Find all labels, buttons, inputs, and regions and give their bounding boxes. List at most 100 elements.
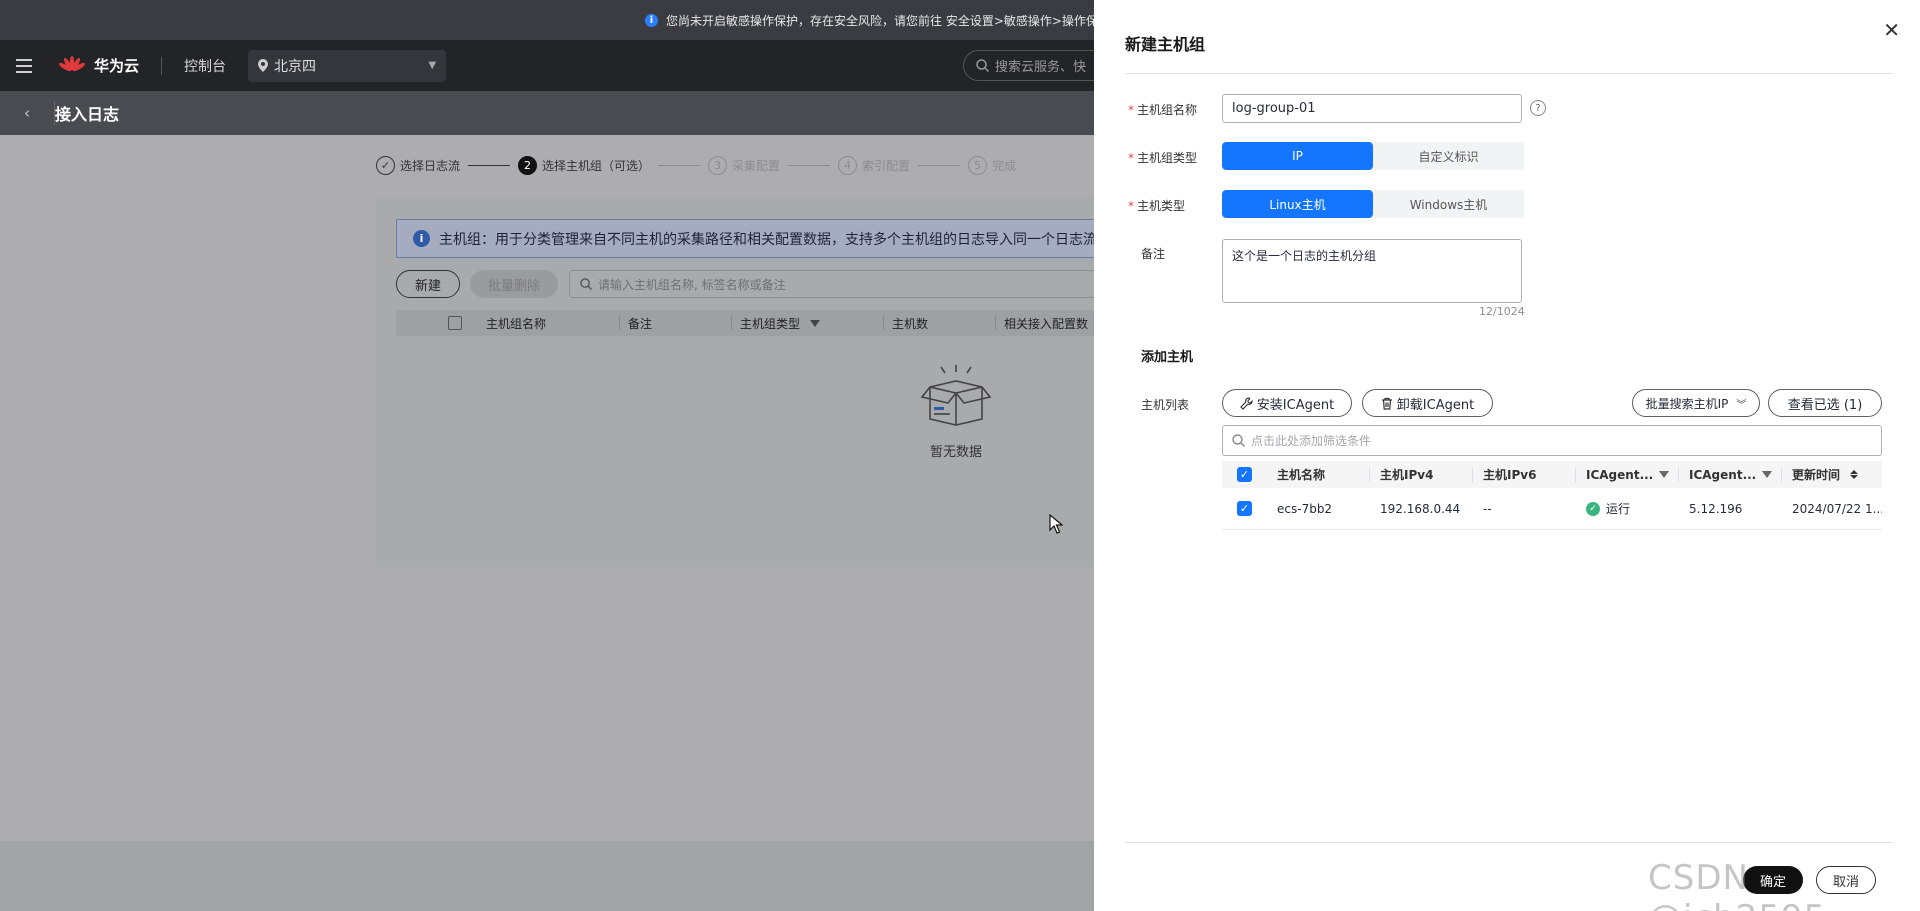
page-title: 接入日志 — [54, 101, 119, 125]
filter-icon[interactable] — [1659, 471, 1670, 478]
select-all-checkbox[interactable] — [448, 316, 462, 330]
group-name-label: * 主机组名称 — [1128, 103, 1198, 117]
icagent-status-cell: ✓ 运行 — [1576, 488, 1679, 529]
region-label: 北京四 — [274, 58, 317, 75]
column-header: 主机组名称 — [478, 316, 620, 331]
batch-delete-button[interactable]: 批量删除 — [470, 270, 558, 298]
row-checkbox[interactable]: ✓ — [1237, 501, 1252, 516]
huawei-cloud-logo[interactable]: 华为云 — [58, 55, 139, 77]
close-icon[interactable]: ✕ — [1883, 18, 1900, 42]
group-type-switch: IP 自定义标识 — [1222, 142, 1524, 170]
back-icon[interactable]: ‹ — [0, 104, 54, 122]
host-type-windows-option[interactable]: Windows主机 — [1373, 190, 1524, 218]
view-selected-button[interactable]: 查看已选 (1) — [1768, 389, 1882, 417]
location-pin-icon — [258, 59, 269, 72]
filter-icon[interactable] — [810, 319, 821, 327]
alert-text: 主机组：用于分类管理来自不同主机的采集路径和相关配置数据，支持多个主机组的日志导… — [439, 231, 1097, 248]
update-time-cell: 2024/07/22 1... — [1792, 501, 1882, 516]
remark-textarea[interactable]: 这个是一个日志的主机分组 — [1222, 239, 1522, 303]
column-header: 主机IPv4 — [1370, 467, 1473, 482]
info-icon: i — [645, 13, 658, 27]
group-type-ip-option[interactable]: IP — [1222, 142, 1373, 170]
required-mark: * — [1128, 199, 1134, 213]
column-header: 主机数 — [884, 316, 996, 331]
console-link[interactable]: 控制台 — [184, 56, 226, 76]
step-label: 采集配置 — [732, 159, 781, 173]
step-number: 4 — [838, 156, 858, 175]
host-type-linux-option[interactable]: Linux主机 — [1222, 190, 1373, 218]
step-number: 2 — [518, 156, 538, 175]
host-type-switch: Linux主机 Windows主机 — [1222, 190, 1524, 218]
header-divider — [1125, 73, 1893, 74]
group-type-label: * 主机组类型 — [1128, 151, 1198, 165]
step-3: 3 采集配置 — [708, 156, 780, 175]
step-check-icon: ✓ — [376, 156, 395, 175]
filter-placeholder: 点击此处添加筛选条件 — [1251, 434, 1372, 448]
empty-state-text: 暂无数据 — [929, 445, 982, 460]
mouse-cursor-icon — [1049, 514, 1063, 534]
step-number: 3 — [708, 156, 728, 175]
step-connector — [918, 165, 961, 166]
step-number: 5 — [968, 156, 988, 175]
step-label: 索引配置 — [862, 159, 911, 173]
remark-label: 备注 — [1141, 247, 1166, 261]
step-label: 选择日志流 — [400, 159, 461, 173]
drawer-title: 新建主机组 — [1125, 35, 1206, 54]
step-connector — [788, 165, 831, 166]
uninstall-icagent-button[interactable]: 卸载ICAgent — [1362, 389, 1493, 417]
host-type-label: * 主机类型 — [1128, 199, 1186, 213]
search-icon — [976, 59, 989, 72]
host-group-search-input[interactable]: 请输入主机组名称, 标签名称或备注 — [569, 270, 1109, 298]
required-mark: * — [1128, 103, 1134, 117]
step-4: 4 索引配置 — [838, 156, 910, 175]
footer-divider — [1125, 842, 1893, 843]
step-2: 2 选择主机组（可选） — [518, 156, 650, 175]
chevron-down-icon: ▼ — [428, 60, 437, 71]
column-header-status: ICAgent... — [1576, 467, 1679, 482]
install-icagent-button[interactable]: 安装ICAgent — [1222, 389, 1352, 417]
host-table: ✓ 主机名称 主机IPv4 主机IPv6 ICAgent... ICAgent.… — [1222, 461, 1882, 530]
step-connector — [658, 165, 701, 166]
select-all-cell: ✓ — [1222, 461, 1267, 488]
select-all-checkbox[interactable]: ✓ — [1237, 467, 1252, 482]
host-group-table-header: 主机组名称 备注 主机组类型 主机数 相关接入配置数 — [396, 310, 1116, 336]
search-icon — [1232, 434, 1245, 447]
step-label: 完成 — [992, 159, 1017, 173]
host-ipv6-cell: -- — [1483, 501, 1492, 516]
search-placeholder: 请输入主机组名称, 标签名称或备注 — [598, 277, 786, 292]
group-type-custom-option[interactable]: 自定义标识 — [1373, 142, 1524, 170]
host-filter-input[interactable]: 点击此处添加筛选条件 — [1222, 425, 1882, 456]
step-5: 5 完成 — [968, 156, 1016, 175]
table-row[interactable]: ✓ ecs-7bb2 192.168.0.44 -- ✓ 运行 5.12.196… — [1222, 488, 1882, 530]
empty-box-icon — [920, 365, 992, 426]
region-selector[interactable]: 北京四 ▼ — [248, 49, 447, 82]
host-name-cell: ecs-7bb2 — [1277, 501, 1333, 516]
group-name-input[interactable]: log-group-01 — [1222, 94, 1522, 123]
create-host-group-drawer: 新建主机组 ✕ * 主机组名称 log-group-01 ? * 主机组类型 IP … — [1094, 0, 1920, 911]
security-notice-text[interactable]: 您尚未开启敏感操作保护，存在安全风险，请您前往 安全设置>敏感操作>操作保 — [666, 12, 1098, 29]
host-ipv4-cell: 192.168.0.44 — [1380, 501, 1461, 516]
column-header-with-filter[interactable]: 主机组类型 — [732, 316, 884, 331]
help-icon[interactable]: ? — [1530, 100, 1546, 116]
step-1: ✓ 选择日志流 — [376, 156, 460, 175]
add-host-heading: 添加主机 — [1141, 350, 1194, 365]
new-host-group-button[interactable]: 新建 — [396, 270, 460, 298]
filter-icon[interactable] — [1762, 471, 1773, 478]
host-group-info-alert: i 主机组：用于分类管理来自不同主机的采集路径和相关配置数据，支持多个主机组的日… — [396, 219, 1116, 258]
empty-state: 暂无数据 — [916, 363, 996, 460]
check-circle-icon: ✓ — [1586, 501, 1600, 516]
host-group-card: i 主机组：用于分类管理来自不同主机的采集路径和相关配置数据，支持多个主机组的日… — [376, 197, 1116, 567]
icagent-version-cell: 5.12.196 — [1689, 501, 1743, 516]
double-chevron-down-icon: ︾ — [1736, 399, 1747, 411]
step-label: 选择主机组（可选） — [542, 159, 651, 173]
wrench-icon — [1239, 396, 1253, 410]
brand-name: 华为云 — [94, 57, 140, 75]
remark-char-counter: 12/1024 — [1479, 305, 1525, 318]
column-header: 备注 — [620, 316, 732, 331]
column-header-updated[interactable]: 更新时间 — [1782, 461, 1882, 488]
menu-icon[interactable] — [0, 58, 48, 73]
batch-search-ip-button[interactable]: 批量搜索主机IP ︾ — [1632, 389, 1760, 417]
sort-icon[interactable] — [1850, 470, 1859, 479]
wizard-steps: ✓ 选择日志流 2 选择主机组（可选） 3 采集配置 4 索引配置 5 完成 — [376, 156, 1016, 175]
row-select-cell: ✓ — [1222, 488, 1267, 529]
